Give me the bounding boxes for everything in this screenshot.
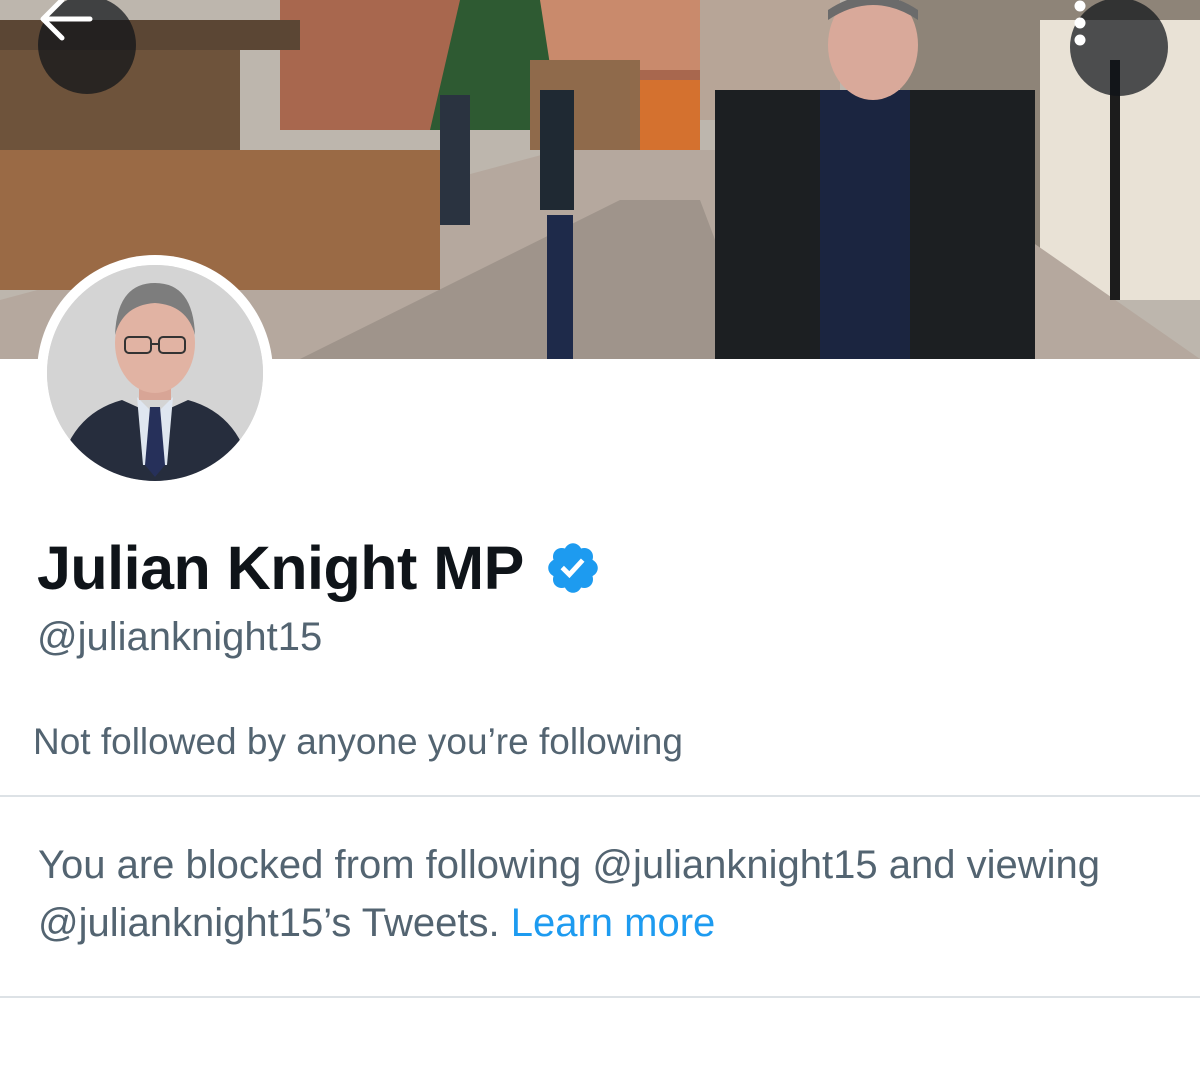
blocked-notice: You are blocked from following @juliankn…	[38, 836, 1158, 952]
more-vertical-icon	[1074, 0, 1086, 46]
profile-handle: @julianknight15	[37, 615, 323, 659]
profile-avatar[interactable]	[37, 255, 273, 491]
learn-more-link[interactable]: Learn more	[511, 901, 716, 945]
arrow-left-icon	[40, 0, 93, 41]
display-name: Julian Knight MP	[37, 534, 524, 602]
divider	[0, 996, 1200, 998]
back-button[interactable]	[38, 0, 136, 94]
avatar-image	[47, 265, 263, 481]
name-row: Julian Knight MP	[37, 528, 602, 608]
verified-badge-icon[interactable]	[544, 539, 602, 597]
more-options-button[interactable]	[1070, 0, 1168, 96]
followers-you-know: Not followed by anyone you’re following	[33, 721, 683, 762]
divider	[0, 795, 1200, 797]
